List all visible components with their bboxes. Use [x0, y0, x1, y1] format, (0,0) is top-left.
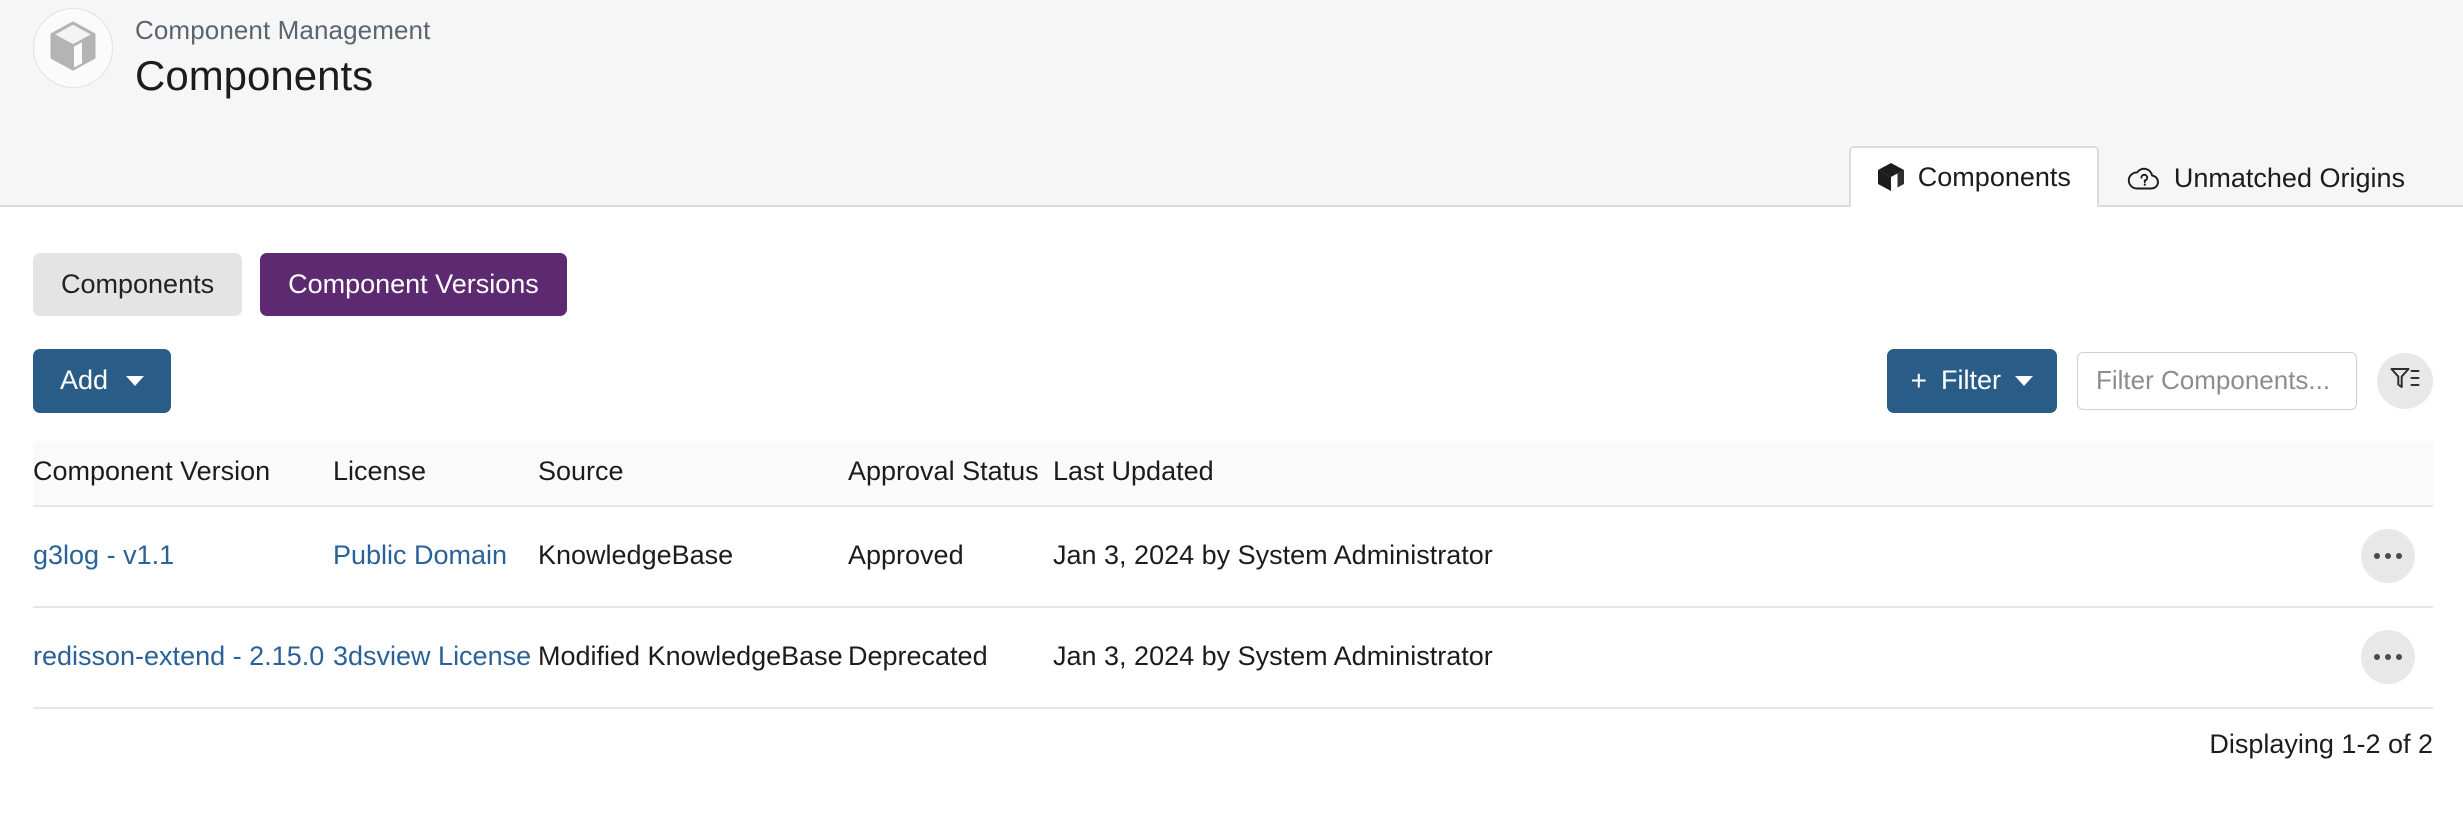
cell-approval-status: Deprecated	[848, 607, 1053, 708]
breadcrumb: Component Management	[135, 14, 430, 47]
cube-3d-icon	[50, 21, 96, 76]
component-name-link[interactable]: redisson-extend	[33, 641, 225, 671]
column-header-license[interactable]: License	[333, 441, 538, 506]
license-link[interactable]: Public Domain	[333, 540, 507, 570]
page-header: Component Management Components Componen…	[0, 0, 2463, 207]
filter-button[interactable]: + Filter	[1887, 349, 2057, 413]
add-button[interactable]: Add	[33, 349, 171, 413]
cell-source: Modified KnowledgeBase	[538, 607, 848, 708]
column-header-actions	[2313, 441, 2433, 506]
cell-component-version: redisson-extend - 2.15.0	[33, 607, 333, 708]
cell-actions	[2313, 607, 2433, 708]
cell-actions	[2313, 506, 2433, 607]
funnel-list-icon	[2390, 366, 2420, 395]
tab-components-label: Components	[1918, 164, 2071, 191]
add-button-label: Add	[60, 366, 108, 396]
page-title: Components	[135, 51, 430, 101]
table-row[interactable]: redisson-extend - 2.15.0 3dsview License…	[33, 607, 2433, 708]
cube-3d-icon	[1877, 162, 1905, 192]
toolbar-right: + Filter	[1887, 349, 2433, 413]
filter-settings-button[interactable]	[2377, 353, 2433, 409]
subtab-group: Components Component Versions	[33, 253, 2433, 316]
tab-unmatched-origins-label: Unmatched Origins	[2174, 165, 2405, 192]
table-header-row: Component Version License Source Approva…	[33, 441, 2433, 506]
cell-component-version: g3log - v1.1	[33, 506, 333, 607]
content-area: Components Component Versions Add + Filt…	[0, 253, 2463, 760]
kebab-menu-icon[interactable]	[2361, 529, 2415, 583]
subtab-component-versions[interactable]: Component Versions	[260, 253, 567, 316]
tab-components[interactable]: Components	[1849, 146, 2099, 207]
filter-button-label: Filter	[1941, 366, 2001, 396]
cloud-question-icon	[2127, 164, 2161, 192]
cell-source: KnowledgeBase	[538, 506, 848, 607]
cell-last-updated: Jan 3, 2024 by System Administrator	[1053, 607, 2313, 708]
search-input[interactable]	[2077, 352, 2357, 410]
table-head: Component Version License Source Approva…	[33, 441, 2433, 506]
tab-unmatched-origins[interactable]: Unmatched Origins	[2099, 148, 2433, 207]
header-text: Component Management Components	[135, 8, 430, 101]
table-row[interactable]: g3log - v1.1 Public Domain KnowledgeBase…	[33, 506, 2433, 607]
header-identity: Component Management Components	[33, 8, 430, 101]
component-version-link[interactable]: v1.1	[123, 540, 174, 570]
chevron-down-icon	[126, 376, 144, 386]
avatar	[33, 8, 113, 88]
column-header-source[interactable]: Source	[538, 441, 848, 506]
version-separator: -	[233, 641, 242, 671]
component-version-link[interactable]: 2.15.0	[249, 641, 324, 671]
cell-license: Public Domain	[333, 506, 538, 607]
top-tabs: Components Unmatched Origins	[1849, 146, 2433, 207]
plus-icon: +	[1911, 367, 1927, 395]
toolbar: Add + Filter	[33, 349, 2433, 413]
pagination-summary: Displaying 1-2 of 2	[2209, 729, 2433, 760]
column-header-last-updated[interactable]: Last Updated	[1053, 441, 2313, 506]
subtab-components[interactable]: Components	[33, 253, 242, 316]
kebab-menu-icon[interactable]	[2361, 630, 2415, 684]
cell-approval-status: Approved	[848, 506, 1053, 607]
chevron-down-icon	[2015, 376, 2033, 386]
table-footer: Displaying 1-2 of 2	[33, 709, 2433, 760]
column-header-component-version[interactable]: Component Version	[33, 441, 333, 506]
column-header-approval-status[interactable]: Approval Status	[848, 441, 1053, 506]
cell-license: 3dsview License	[333, 607, 538, 708]
version-separator: -	[107, 540, 116, 570]
component-name-link[interactable]: g3log	[33, 540, 99, 570]
license-link[interactable]: 3dsview License	[333, 641, 531, 671]
table-body: g3log - v1.1 Public Domain KnowledgeBase…	[33, 506, 2433, 708]
cell-last-updated: Jan 3, 2024 by System Administrator	[1053, 506, 2313, 607]
component-versions-table: Component Version License Source Approva…	[33, 441, 2433, 709]
